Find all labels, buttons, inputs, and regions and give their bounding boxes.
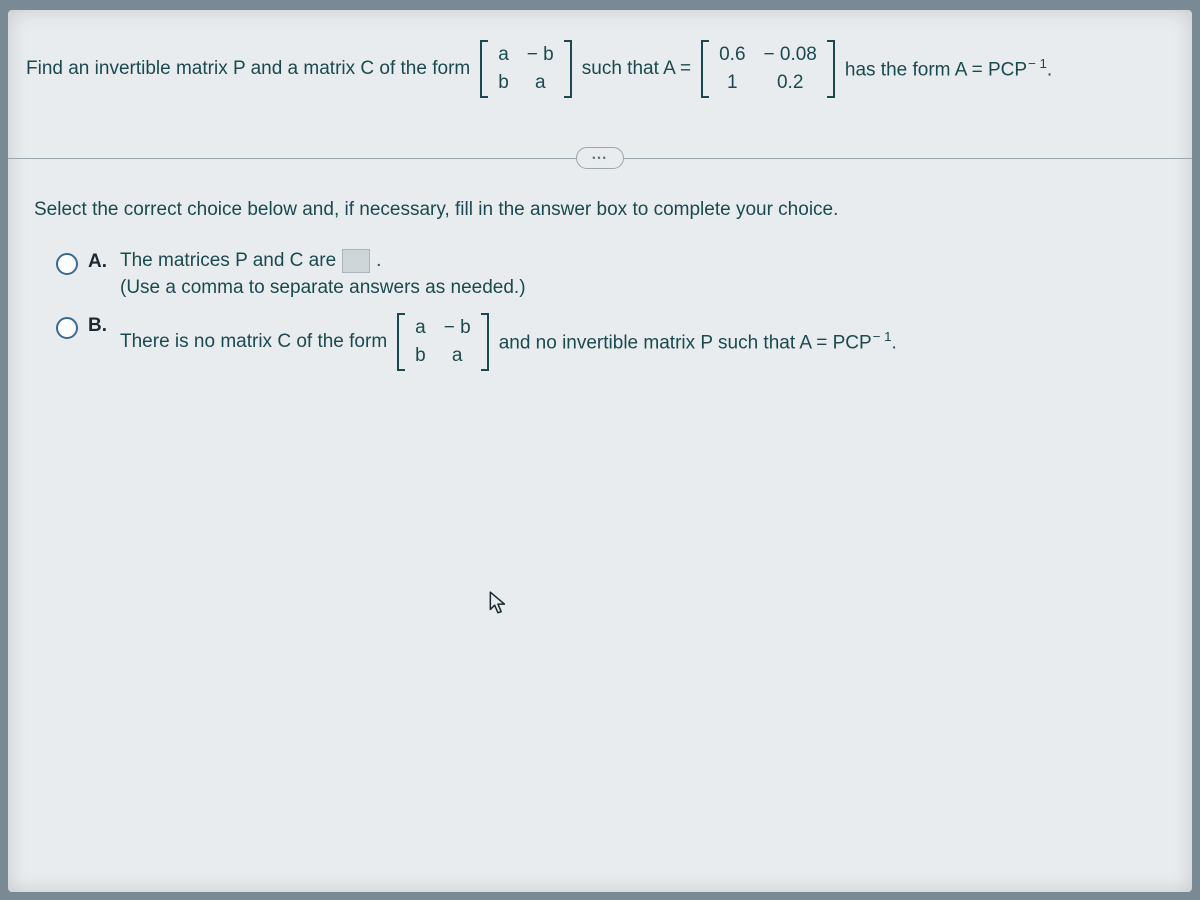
bracket-right-icon xyxy=(481,313,489,371)
text: The matrices P and C are xyxy=(120,250,336,272)
radio-b[interactable] xyxy=(56,317,78,339)
exponent: − 1 xyxy=(873,329,892,344)
cell: − 0.08 xyxy=(764,44,817,66)
matrix-form: a − b b a xyxy=(480,40,572,98)
cell: 0.2 xyxy=(764,72,817,94)
question-panel: Find an invertible matrix P and a matrix… xyxy=(8,10,1192,892)
text: . xyxy=(892,333,897,354)
cell: a xyxy=(444,345,471,367)
matrix-body: a − b b a xyxy=(405,313,481,371)
instruction-text: Select the correct choice below and, if … xyxy=(26,199,1174,221)
choice-a-body: The matrices P and C are . (Use a comma … xyxy=(120,249,526,299)
bracket-right-icon xyxy=(827,40,835,98)
text: . xyxy=(376,250,381,272)
bracket-left-icon xyxy=(701,40,709,98)
question-part-3: has the form A = PCP− 1. xyxy=(845,56,1052,81)
cell: − b xyxy=(527,44,554,66)
expand-pill[interactable]: ••• xyxy=(576,147,624,169)
question-part-1: Find an invertible matrix P and a matrix… xyxy=(26,58,470,80)
text: . xyxy=(1047,60,1052,81)
question-text: Find an invertible matrix P and a matrix… xyxy=(26,40,1174,98)
radio-a[interactable] xyxy=(56,253,78,275)
cell: 0.6 xyxy=(719,44,745,66)
text: and no invertible matrix P such that A =… xyxy=(499,329,897,354)
bracket-left-icon xyxy=(397,313,405,371)
cell: b xyxy=(498,72,509,94)
cell: − b xyxy=(444,317,471,339)
choice-a-label: A. xyxy=(88,251,110,273)
choice-b-line: There is no matrix C of the form a − b b… xyxy=(120,313,897,371)
answer-input[interactable] xyxy=(342,249,370,273)
cell: a xyxy=(498,44,509,66)
matrix-form-b: a − b b a xyxy=(397,313,489,371)
question-part-2: such that A = xyxy=(582,58,691,80)
choice-b-label: B. xyxy=(88,315,110,337)
cell: a xyxy=(415,317,426,339)
section-divider: ••• xyxy=(8,158,1192,159)
choice-a-line1: The matrices P and C are . xyxy=(120,249,526,273)
choice-a: A. The matrices P and C are . (Use a com… xyxy=(26,249,1174,299)
choice-a-hint: (Use a comma to separate answers as need… xyxy=(120,277,526,299)
choice-b-body: There is no matrix C of the form a − b b… xyxy=(120,313,897,371)
ellipsis-icon: ••• xyxy=(592,153,607,163)
cursor-icon xyxy=(488,590,510,616)
matrix-body: a − b b a xyxy=(488,40,564,98)
text: has the form A = PCP xyxy=(845,60,1027,81)
matrix-a: 0.6 − 0.08 1 0.2 xyxy=(701,40,835,98)
bracket-left-icon xyxy=(480,40,488,98)
matrix-body: 0.6 − 0.08 1 0.2 xyxy=(709,40,827,98)
cell: b xyxy=(415,345,426,367)
exponent: − 1 xyxy=(1028,56,1047,71)
text: There is no matrix C of the form xyxy=(120,331,387,353)
cell: a xyxy=(527,72,554,94)
choice-b: B. There is no matrix C of the form a − … xyxy=(26,313,1174,371)
text: and no invertible matrix P such that A =… xyxy=(499,333,872,354)
cell: 1 xyxy=(719,72,745,94)
bracket-right-icon xyxy=(564,40,572,98)
